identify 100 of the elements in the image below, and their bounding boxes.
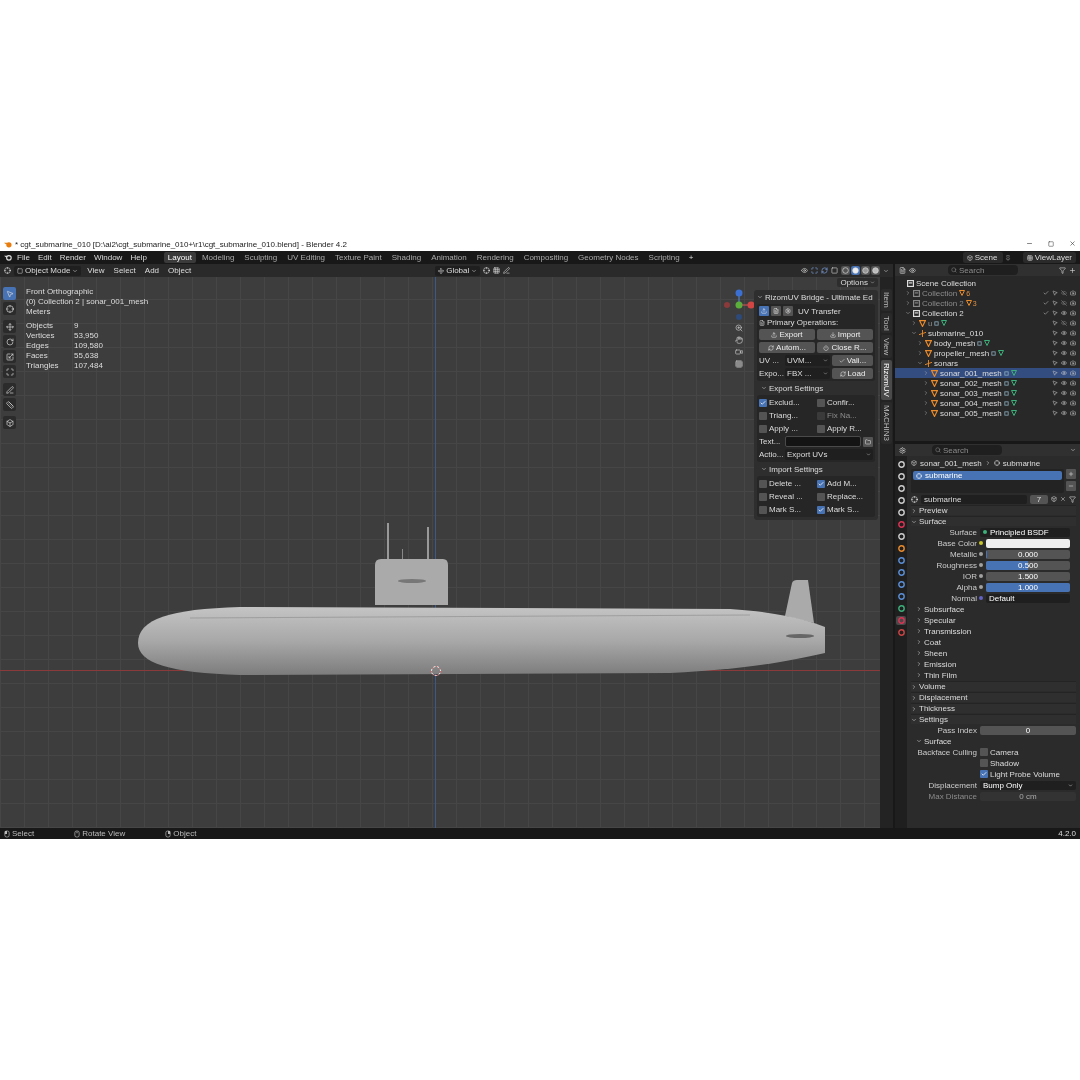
properties-tab[interactable] (896, 544, 906, 553)
workspace-tab[interactable]: Rendering (472, 252, 518, 263)
number-field[interactable]: 0.000 (986, 549, 1070, 559)
material-slot[interactable]: submarine (913, 471, 1062, 480)
maximize-button[interactable] (1048, 240, 1054, 249)
workspace-tab[interactable]: Texture Paint (331, 252, 386, 263)
material-name-field[interactable]: submarine (921, 494, 1027, 504)
checkbox[interactable] (980, 748, 988, 756)
panel-header[interactable]: Preview (911, 505, 1076, 515)
socket-dot[interactable] (979, 541, 983, 545)
shader-field[interactable]: Principled BSDF (980, 527, 1070, 537)
workspace-tab[interactable]: Modeling (197, 252, 239, 263)
checkbox[interactable] (759, 411, 767, 420)
checkbox[interactable] (980, 759, 988, 767)
properties-tab[interactable] (896, 592, 906, 601)
scene-field[interactable]: Scene (962, 252, 1003, 263)
add-workspace-button[interactable]: + (685, 253, 697, 262)
tool-button[interactable] (3, 350, 16, 363)
path-field[interactable] (785, 436, 861, 447)
properties-tab[interactable] (896, 556, 906, 565)
mode-dropdown[interactable]: Object Mode (14, 265, 82, 276)
zoom-button[interactable] (734, 323, 744, 333)
outliner-row[interactable]: Scene Collection (895, 278, 1080, 288)
action-button[interactable]: Close R... (817, 342, 873, 353)
action-button[interactable]: Vali... (832, 355, 873, 366)
subpanel-header[interactable]: Subsurface (911, 604, 1076, 614)
outliner-row[interactable]: sonar_001_mesh (895, 368, 1080, 378)
action-dropdown[interactable]: Export UVs (785, 449, 873, 460)
menu-item[interactable]: Object (165, 266, 195, 275)
outliner-row[interactable]: sonar_005_mesh (895, 408, 1080, 418)
color-swatch[interactable] (986, 538, 1070, 548)
tool-button[interactable] (3, 302, 16, 315)
workspace-tab[interactable]: Animation (427, 252, 471, 263)
tool-button[interactable] (3, 287, 16, 300)
mode-button[interactable] (759, 306, 769, 316)
shading-mode-button[interactable] (851, 266, 860, 275)
search-field[interactable]: Search (948, 265, 1018, 275)
menu-item[interactable]: Render (56, 253, 89, 262)
subpanel-header[interactable]: Surface (911, 736, 1076, 746)
action-button[interactable]: Import (817, 329, 873, 340)
panel-header[interactable]: Volume (911, 681, 1076, 691)
socket-dot[interactable] (979, 596, 983, 600)
action-button[interactable]: Load (832, 368, 873, 379)
orientation-dropdown[interactable]: Global (435, 265, 481, 276)
menu-item[interactable]: Add (141, 266, 163, 275)
menu-item[interactable]: Edit (34, 253, 55, 262)
socket-dot[interactable] (979, 563, 983, 567)
checkbox[interactable] (759, 398, 767, 407)
dropdown[interactable]: UVM... (785, 355, 830, 366)
subpanel-header[interactable]: Export Settings (761, 383, 875, 393)
shading-mode-button[interactable] (861, 266, 870, 275)
subpanel-header[interactable]: Coat (911, 637, 1076, 647)
properties-tab[interactable] (896, 568, 906, 577)
socket-dot[interactable] (979, 585, 983, 589)
pan-button[interactable] (734, 335, 744, 345)
mode-button[interactable] (771, 306, 781, 316)
number-field[interactable]: 1.000 (986, 582, 1070, 592)
number-field[interactable]: 0.500 (986, 560, 1070, 570)
menu-item[interactable]: Help (127, 253, 150, 262)
camera-view-button[interactable] (734, 347, 744, 357)
socket-dot[interactable] (979, 552, 983, 556)
tool-button[interactable] (3, 383, 16, 396)
workspace-tab[interactable]: Shading (387, 252, 426, 263)
shading-mode-button[interactable] (841, 266, 850, 275)
folder-button[interactable] (863, 436, 873, 447)
checkbox[interactable] (817, 479, 825, 488)
workspace-tab[interactable]: Sculpting (240, 252, 282, 263)
checkbox[interactable] (817, 398, 825, 407)
number-field[interactable]: 0 (980, 725, 1076, 735)
outliner-row[interactable]: propeller_mesh (895, 348, 1080, 358)
axis-gizmo-drawing[interactable] (724, 289, 754, 321)
number-field[interactable]: 1.500 (986, 571, 1070, 581)
checkbox[interactable] (759, 479, 767, 488)
menu-item[interactable]: File (14, 253, 33, 262)
sidebar-tab[interactable]: Item (881, 289, 892, 311)
workspace-tab[interactable]: Scripting (644, 252, 684, 263)
tool-button[interactable] (3, 398, 16, 411)
outliner-row[interactable]: submarine_010 (895, 328, 1080, 338)
outliner-row[interactable]: Collection 2 (895, 308, 1080, 318)
normal-field[interactable]: Default (986, 593, 1070, 603)
panel-header[interactable]: Surface (911, 516, 1076, 526)
menu-item[interactable]: Window (90, 253, 126, 262)
checkbox[interactable] (817, 492, 825, 501)
close-button[interactable] (1069, 240, 1076, 249)
panel-header[interactable]: Settings (911, 714, 1076, 724)
checkbox[interactable] (759, 424, 767, 433)
sidebar-tab[interactable]: RizomUV (881, 360, 892, 401)
subpanel-header[interactable]: Emission (911, 659, 1076, 669)
outliner-row[interactable]: sonars (895, 358, 1080, 368)
tool-button[interactable] (3, 365, 16, 378)
workspace-tab[interactable]: Geometry Nodes (574, 252, 643, 263)
subpanel-header[interactable]: Thin Film (911, 670, 1076, 680)
action-button[interactable]: Export (759, 329, 815, 340)
sidebar-tab[interactable]: View (881, 335, 892, 359)
remove-slot-button[interactable] (1066, 481, 1076, 491)
panel-header[interactable]: Thickness (911, 703, 1076, 713)
number-field[interactable]: 0 cm (980, 791, 1076, 801)
checkbox[interactable] (759, 505, 767, 514)
subpanel-header[interactable]: Import Settings (761, 464, 875, 474)
workspace-tab[interactable]: Layout (163, 252, 196, 263)
